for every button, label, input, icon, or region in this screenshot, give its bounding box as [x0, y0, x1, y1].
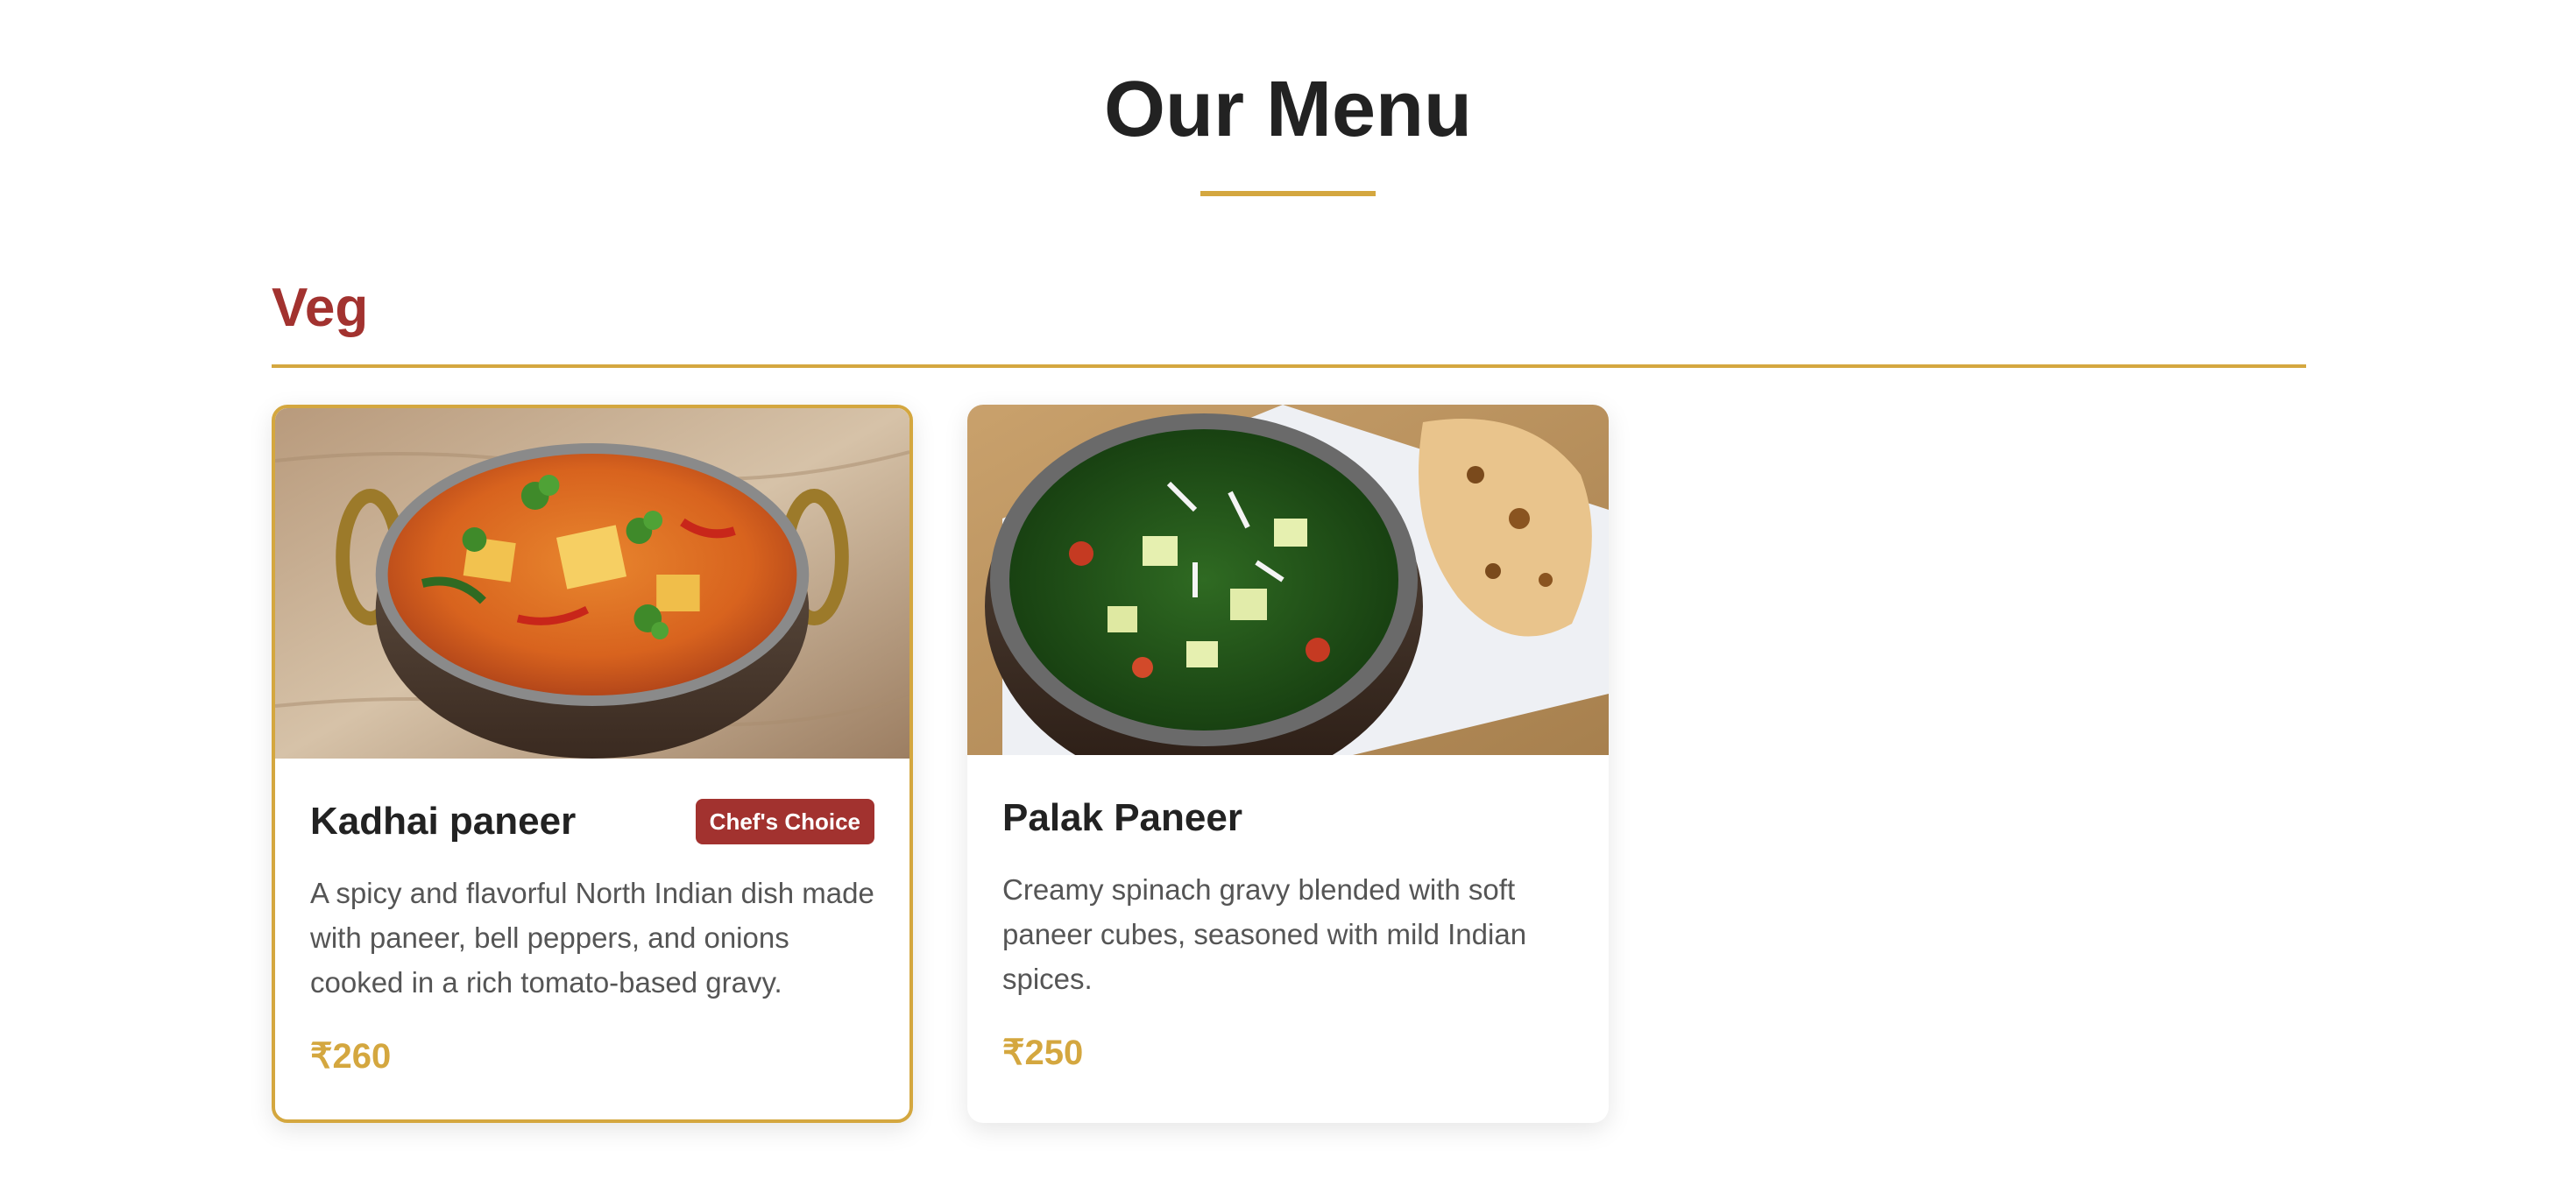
- section-divider: [272, 364, 2306, 368]
- title-underline: [1200, 191, 1376, 196]
- card-price: ₹260: [310, 1037, 392, 1076]
- page-title: Our Menu: [1104, 66, 1472, 153]
- palak-paneer-photo: [967, 405, 1609, 755]
- menu-card-palak-paneer[interactable]: Palak Paneer Creamy spinach gravy blende…: [967, 405, 1609, 1123]
- card-name: Palak Paneer: [1002, 796, 1242, 839]
- chefs-choice-badge: Chef's Choice: [695, 799, 874, 844]
- menu-card-kadhai-paneer[interactable]: Kadhai paneer Chef's Choice A spicy and …: [272, 405, 913, 1123]
- section-title-veg: Veg: [272, 278, 369, 338]
- card-price: ₹250: [1002, 1034, 1084, 1072]
- card-name: Kadhai paneer: [310, 800, 577, 843]
- card-description: A spicy and flavorful North Indian dish …: [310, 877, 874, 999]
- card-description: Creamy spinach gravy blended with soft p…: [1002, 873, 1527, 995]
- kadhai-paneer-photo: [275, 408, 909, 759]
